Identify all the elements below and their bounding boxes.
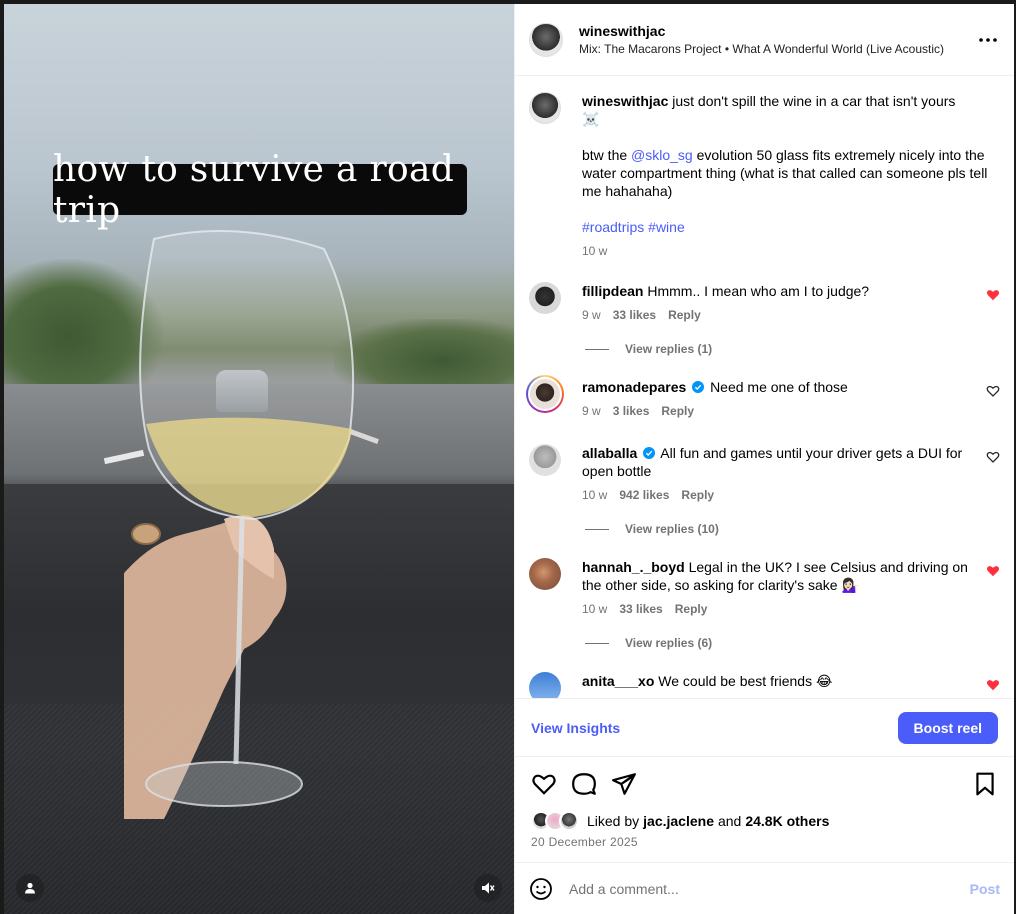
audio-track-link[interactable]: Mix: The Macarons Project • What A Wonde…: [579, 42, 963, 56]
hashtag-wine[interactable]: #wine: [648, 219, 685, 235]
tagged-users-button[interactable]: [16, 874, 44, 902]
caption-text: just don't spill the wine in a car that …: [672, 93, 956, 109]
comment-like-heart-icon[interactable]: [986, 384, 1000, 398]
user-icon: [25, 882, 35, 894]
emoji-icon[interactable]: [529, 877, 553, 901]
post-caption: wineswithjac just don't spill the wine i…: [529, 92, 1000, 260]
comment-bubble-icon[interactable]: [571, 771, 597, 797]
comment-text: Hmmm.. I mean who am I to judge?: [647, 283, 870, 299]
comment-likes[interactable]: 942 likes: [619, 486, 669, 504]
post-date: 20 December 2025: [531, 835, 638, 849]
reply-button[interactable]: Reply: [675, 600, 708, 618]
comment-like-heart-icon[interactable]: [986, 450, 1000, 464]
post-comment-button[interactable]: Post: [970, 881, 1000, 897]
wine-glass-image: [124, 230, 355, 819]
commenter-username[interactable]: fillipdean: [582, 283, 643, 299]
post-modal: how to survive a road trip wineswithjac …: [4, 4, 1014, 914]
reel-video[interactable]: how to survive a road trip: [4, 4, 514, 914]
insights-bar: View Insights Boost reel: [515, 698, 1014, 756]
overlay-caption-text: how to survive a road trip: [53, 148, 455, 231]
post-header: wineswithjac Mix: The Macarons Project •…: [515, 4, 1014, 76]
like-heart-icon[interactable]: [531, 771, 557, 797]
author-avatar[interactable]: [529, 92, 561, 124]
hashtag-roadtrips[interactable]: #roadtrips: [582, 219, 644, 235]
view-insights-link[interactable]: View Insights: [531, 720, 620, 736]
skull-emoji: ☠️: [582, 111, 600, 127]
post-side-panel: wineswithjac Mix: The Macarons Project •…: [514, 4, 1014, 914]
mute-button[interactable]: [474, 874, 502, 902]
comment-item: ramonadepares Need me one of those 9 w 3…: [526, 375, 1000, 420]
comment-text: Need me one of those: [710, 379, 848, 395]
mention-link[interactable]: @sklo_sg: [631, 147, 693, 163]
comment-text: We could be best friends 😂: [658, 673, 833, 689]
view-replies-button[interactable]: View replies (1): [585, 342, 1000, 356]
comments-section[interactable]: wineswithjac just don't spill the wine i…: [515, 76, 1014, 698]
comment-item: hannah_._boyd Legal in the UK? I see Cel…: [529, 558, 1000, 618]
more-options-button[interactable]: [976, 28, 1000, 52]
commenter-avatar[interactable]: [529, 444, 561, 476]
share-send-icon[interactable]: [611, 771, 637, 797]
author-avatar[interactable]: [529, 22, 563, 57]
comment-text: All fun and games until your driver gets…: [582, 445, 963, 479]
save-bookmark-icon[interactable]: [972, 771, 998, 797]
commenter-username[interactable]: anita___xo: [582, 673, 654, 689]
comment-likes[interactable]: 3 likes: [613, 402, 650, 420]
view-replies-button[interactable]: View replies (10): [585, 522, 1000, 536]
likes-count[interactable]: 24.8K others: [745, 813, 829, 829]
view-replies-button[interactable]: View replies (6): [585, 636, 1000, 650]
reply-button[interactable]: Reply: [668, 306, 701, 324]
commenter-avatar[interactable]: [529, 672, 561, 698]
caption-time: 10 w: [582, 244, 608, 258]
verified-badge-icon: [643, 447, 656, 459]
commenter-username[interactable]: hannah_._boyd: [582, 559, 685, 575]
post-actions: Liked by jac.jaclene and 24.8K others 20…: [515, 756, 1014, 862]
comment-like-heart-icon[interactable]: [986, 678, 1000, 692]
liker-avatars: [531, 811, 581, 831]
commenter-username[interactable]: ramonadepares: [582, 379, 686, 395]
add-comment-bar: Post: [515, 862, 1014, 914]
sound-off-icon: [482, 882, 495, 894]
comment-item: anita___xo We could be best friends 😂: [529, 672, 1000, 698]
likes-summary[interactable]: Liked by jac.jaclene and 24.8K others: [531, 811, 998, 831]
commenter-avatar-story-ring[interactable]: [526, 375, 564, 413]
comment-like-heart-icon[interactable]: [986, 564, 1000, 578]
comment-like-heart-icon[interactable]: [986, 288, 1000, 302]
comment-likes[interactable]: 33 likes: [619, 600, 662, 618]
caption-username[interactable]: wineswithjac: [582, 93, 668, 109]
comment-likes[interactable]: 33 likes: [613, 306, 656, 324]
comment-input[interactable]: [569, 880, 970, 897]
reply-button[interactable]: Reply: [681, 486, 714, 504]
comment-item: fillipdean Hmmm.. I mean who am I to jud…: [529, 282, 1000, 324]
boost-reel-button[interactable]: Boost reel: [897, 711, 998, 744]
overlay-caption: how to survive a road trip: [53, 149, 467, 231]
comment-time: 9 w: [582, 308, 601, 322]
reply-button[interactable]: Reply: [661, 402, 694, 420]
commenter-avatar[interactable]: [529, 282, 561, 314]
verified-badge-icon: [692, 381, 705, 393]
author-username[interactable]: wineswithjac: [579, 23, 968, 39]
page-backdrop: how to survive a road trip wineswithjac …: [0, 0, 1016, 914]
commenter-username[interactable]: allaballa: [582, 445, 637, 461]
ellipsis-icon: [979, 37, 997, 42]
comment-item: allaballa All fun and games until your d…: [529, 444, 1000, 504]
commenter-avatar[interactable]: [529, 558, 561, 590]
liker-username[interactable]: jac.jaclene: [643, 813, 714, 829]
